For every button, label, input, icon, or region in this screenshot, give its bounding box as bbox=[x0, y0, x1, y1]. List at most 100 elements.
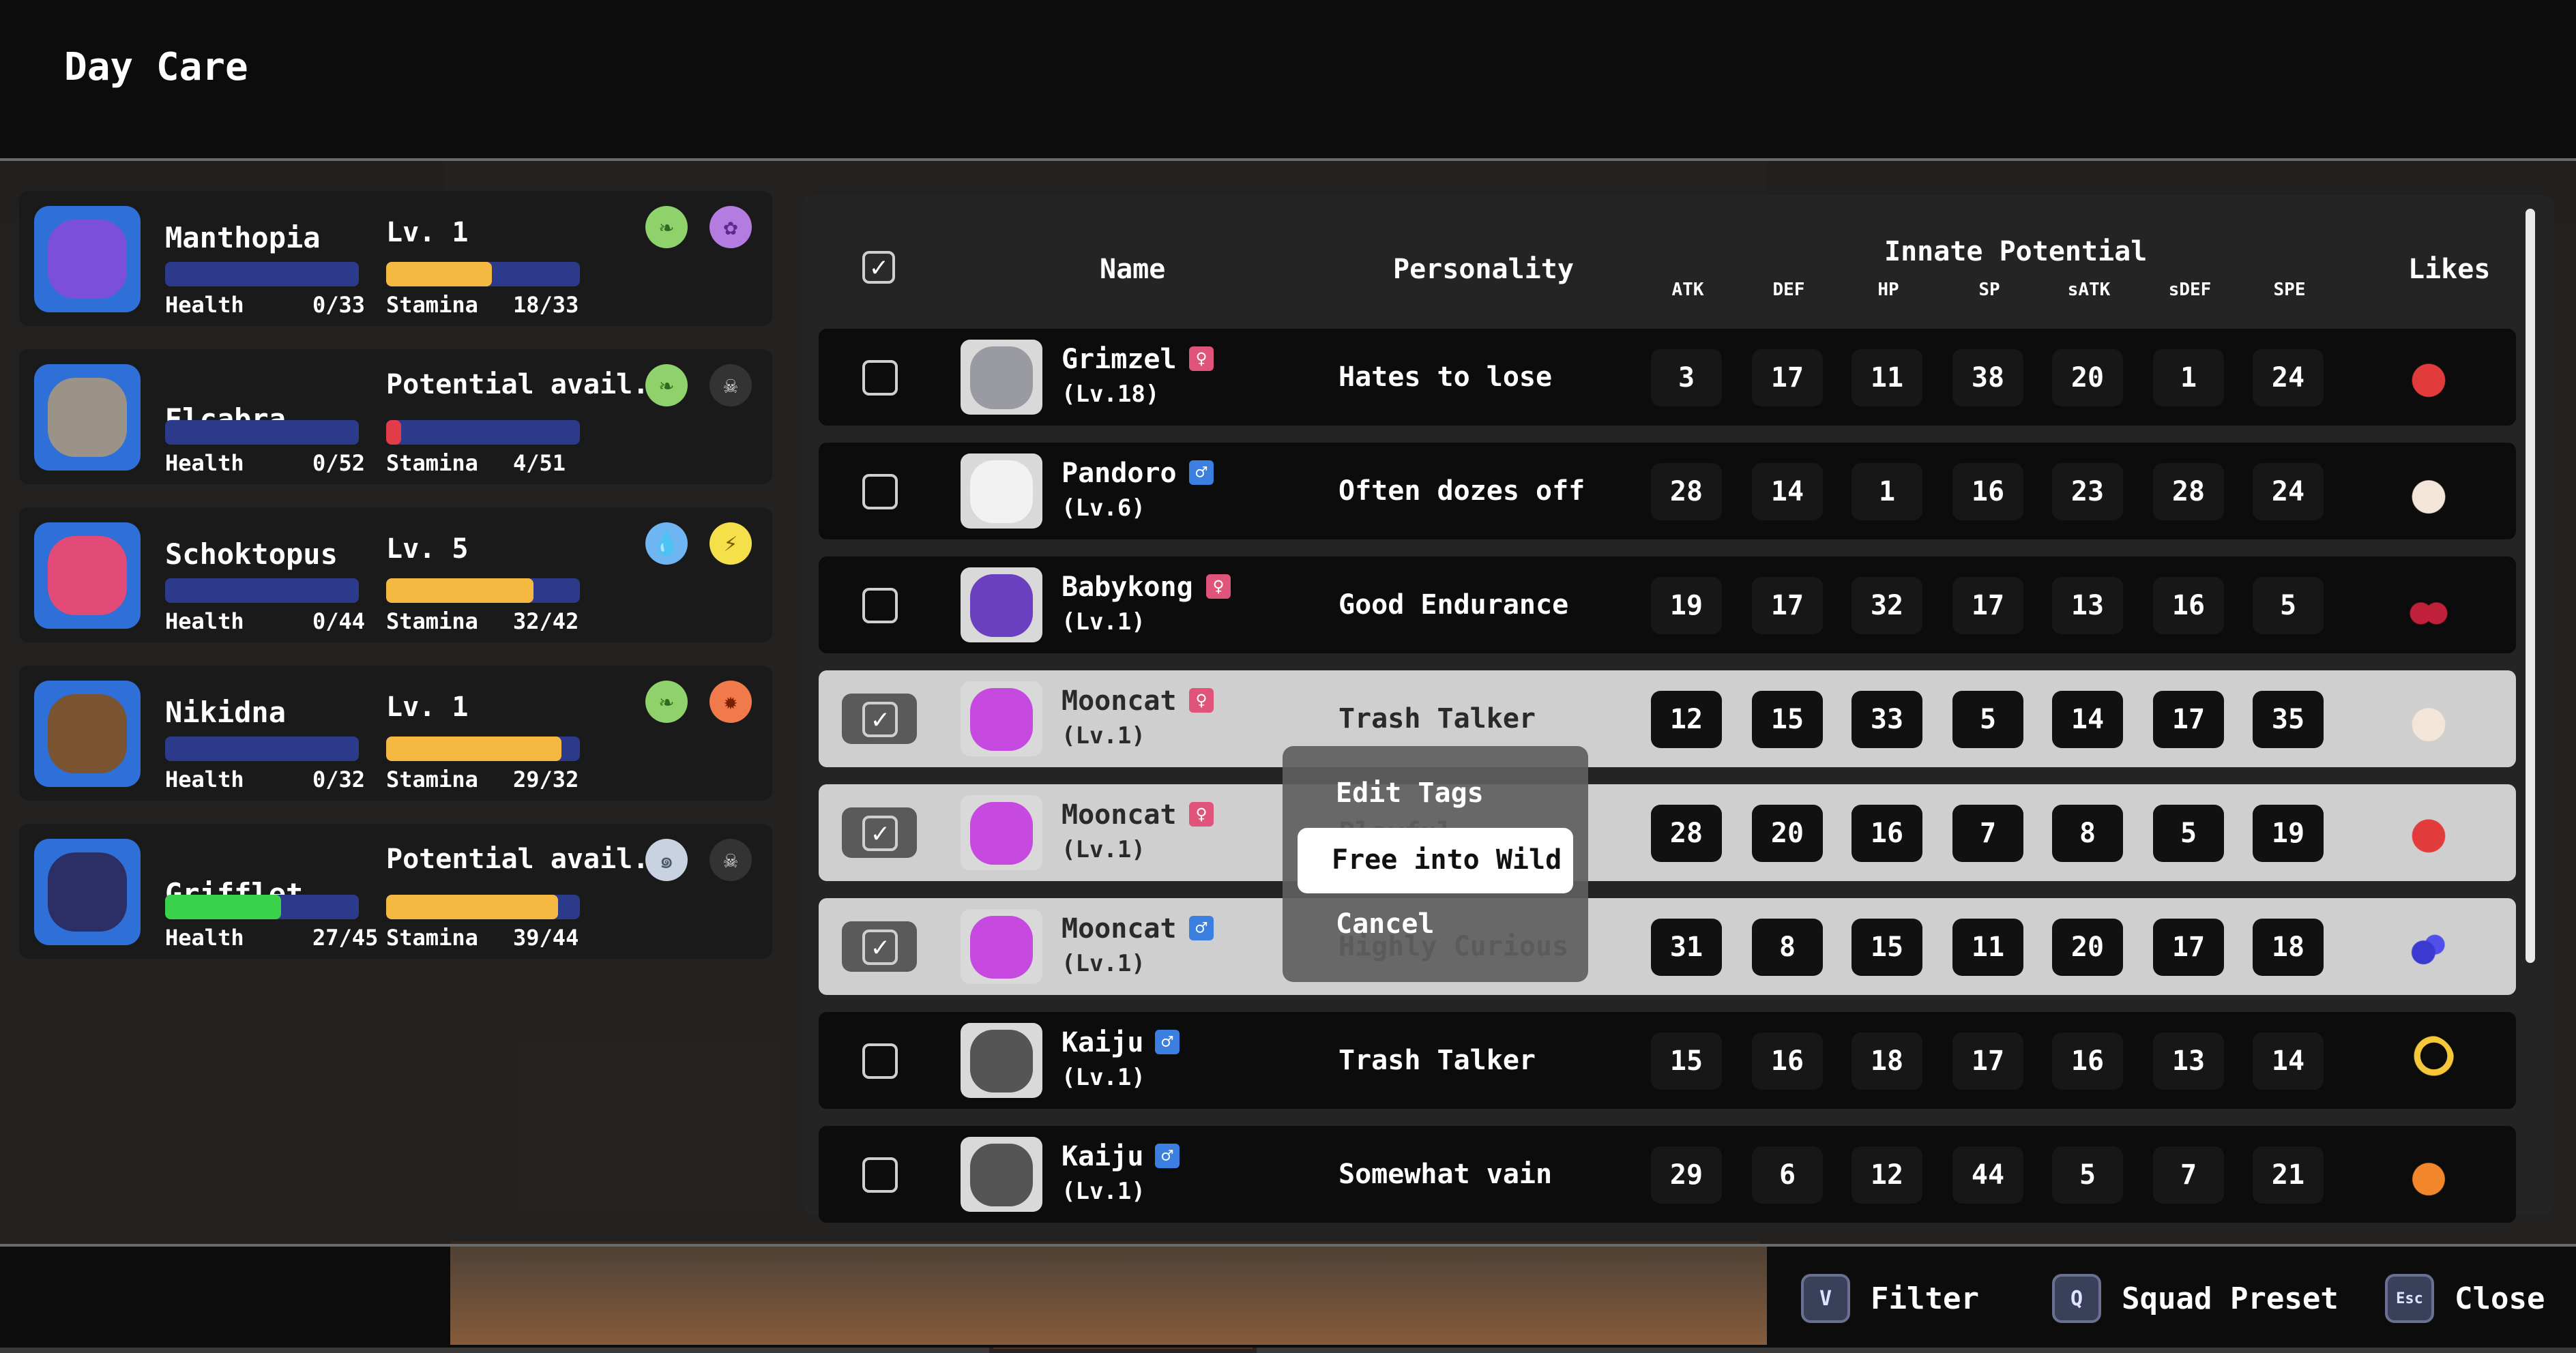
stat-value: 11 bbox=[1852, 349, 1922, 406]
stat-header: SP bbox=[1978, 280, 2000, 300]
health-label: Health bbox=[165, 450, 244, 476]
stat-value: 6 bbox=[1752, 1146, 1823, 1204]
health-bar bbox=[165, 578, 359, 603]
squad-preset-label: Squad Preset bbox=[2122, 1281, 2339, 1316]
close-button[interactable]: Esc Close bbox=[2385, 1273, 2545, 1324]
q-key-icon: Q bbox=[2052, 1274, 2101, 1323]
table-row[interactable]: Kaiju ♂ (Lv.1) Somewhat vain 29 6 12 44 5 7 21 bbox=[819, 1126, 2516, 1223]
male-gender-icon: ♂ bbox=[1189, 460, 1214, 485]
stamina-label: Stamina bbox=[386, 767, 478, 792]
row-checkbox[interactable] bbox=[862, 1157, 898, 1193]
stat-value: 38 bbox=[1952, 349, 2023, 406]
column-header-personality: Personality bbox=[1393, 254, 1574, 285]
monster-portrait bbox=[34, 364, 141, 471]
background-floor-strip bbox=[450, 1247, 1767, 1345]
monster-level: (Lv.1) bbox=[1062, 608, 1145, 636]
banana-icon bbox=[2403, 1035, 2455, 1087]
monster-name: Kaiju bbox=[1062, 1027, 1144, 1058]
row-checkbox[interactable] bbox=[862, 1043, 898, 1079]
monster-name: Grimzel bbox=[1062, 344, 1177, 375]
party-member-card[interactable]: Schoktopus Lv. 5 Health 0/44 Stamina 32/… bbox=[19, 507, 772, 642]
monster-thumbnail bbox=[961, 340, 1042, 415]
menu-item-edit-tags[interactable]: Edit Tags bbox=[1336, 777, 1484, 809]
table-row[interactable]: ✓ Mooncat ♀ (Lv.1) Playful 28201678519 bbox=[819, 784, 2516, 881]
monster-name: Mooncat bbox=[1062, 685, 1177, 717]
stat-value: 1 bbox=[2153, 349, 2224, 406]
potential-available-label: Potential avail. bbox=[386, 369, 649, 400]
stat-header: sATK bbox=[2067, 280, 2111, 300]
row-checkbox[interactable] bbox=[862, 360, 898, 396]
stat-value: 15 bbox=[1651, 1032, 1722, 1090]
row-checkbox[interactable]: ✓ bbox=[862, 702, 898, 737]
stat-value: 11 bbox=[1952, 919, 2023, 976]
stat-value: 44 bbox=[1952, 1146, 2023, 1204]
table-row[interactable]: ✓ Mooncat ♀ (Lv.1) Trash Talker 12 15 33 5 1… bbox=[819, 670, 2516, 767]
monster-name: Kaiju bbox=[1062, 1141, 1144, 1172]
skull-icon: ☠ bbox=[709, 839, 752, 881]
table-row[interactable]: Grimzel ♀ (Lv.18) Hates to lose 3 17 11 38 2… bbox=[819, 329, 2516, 426]
row-checkbox-wrap: ✓ bbox=[842, 807, 917, 858]
monster-portrait bbox=[34, 839, 141, 945]
female-gender-icon: ♀ bbox=[1189, 688, 1214, 713]
table-row[interactable]: Kaiju ♂ (Lv.1) Trash Talker 15 16 18 17 16 13… bbox=[819, 1012, 2516, 1109]
row-checkbox[interactable] bbox=[862, 588, 898, 623]
health-label: Health bbox=[165, 925, 244, 951]
cherries-icon bbox=[2403, 580, 2455, 631]
stamina-bar-fill bbox=[386, 737, 562, 761]
filter-label: Filter bbox=[1871, 1281, 1979, 1316]
stat-header: SPE bbox=[2273, 280, 2306, 300]
close-label: Close bbox=[2455, 1281, 2545, 1316]
stamina-label: Stamina bbox=[386, 292, 478, 318]
esc-key-icon: Esc bbox=[2385, 1274, 2434, 1323]
squad-preset-button[interactable]: Q Squad Preset bbox=[2052, 1273, 2339, 1324]
party-member-card[interactable]: Manthopia Lv. 1 Health 0/33 Stamina 18/3… bbox=[19, 191, 772, 326]
poison-icon: ✿ bbox=[709, 206, 752, 248]
stat-value: 12 bbox=[1852, 1146, 1922, 1204]
filter-button[interactable]: V Filter bbox=[1801, 1273, 1979, 1324]
stat-header: sDEF bbox=[2168, 280, 2212, 300]
table-row[interactable]: Babykong ♀ (Lv.1) Good Endurance 19 17 32 1… bbox=[819, 556, 2516, 653]
stamina-label: Stamina bbox=[386, 450, 478, 476]
row-checkbox[interactable]: ✓ bbox=[862, 816, 898, 851]
monster-thumbnail bbox=[961, 681, 1042, 756]
level-label: Lv. 1 bbox=[386, 217, 469, 248]
v-key-icon: V bbox=[1801, 1274, 1850, 1323]
row-checkbox[interactable]: ✓ bbox=[862, 930, 898, 965]
monster-level: (Lv.6) bbox=[1062, 494, 1145, 522]
monster-thumbnail bbox=[961, 454, 1042, 529]
health-value: 0/33 bbox=[312, 292, 366, 318]
stat-value: 16 bbox=[2052, 1032, 2123, 1090]
leaf-icon: ❧ bbox=[645, 681, 688, 723]
party-member-card[interactable]: Grifflet Potential avail. Health 27/45 S… bbox=[19, 824, 772, 959]
monster-portrait bbox=[34, 681, 141, 787]
party-member-card[interactable]: Elcabra Potential avail. Health 0/52 Sta… bbox=[19, 349, 772, 484]
party-member-card[interactable]: Nikidna Lv. 1 Health 0/32 Stamina 29/32 … bbox=[19, 666, 772, 801]
stat-value: 18 bbox=[1852, 1032, 1922, 1090]
select-all-checkbox[interactable]: ✓ bbox=[862, 251, 895, 284]
row-checkbox[interactable] bbox=[862, 474, 898, 509]
stat-value: 35 bbox=[2253, 691, 2324, 748]
female-gender-icon: ♀ bbox=[1189, 802, 1214, 827]
stat-value: 16 bbox=[1752, 1032, 1823, 1090]
stat-value: 13 bbox=[2153, 1032, 2224, 1090]
stat-value: 5 bbox=[2052, 1146, 2123, 1204]
table-row[interactable]: ✓ Mooncat ♂ (Lv.1) Highly Curious 318151… bbox=[819, 898, 2516, 995]
monster-name: Babykong bbox=[1062, 571, 1193, 603]
top-bar: Day Care bbox=[0, 0, 2576, 161]
stat-value: 12 bbox=[1651, 691, 1722, 748]
menu-item-free-into-wild[interactable]: Free into Wild bbox=[1298, 828, 1573, 893]
menu-item-cancel[interactable]: Cancel bbox=[1336, 908, 1435, 940]
monster-sprite bbox=[48, 536, 127, 615]
stat-value: 21 bbox=[2253, 1146, 2324, 1204]
stat-value: 15 bbox=[1852, 919, 1922, 976]
female-gender-icon: ♀ bbox=[1206, 574, 1231, 599]
monster-sprite bbox=[970, 1030, 1033, 1092]
table-row[interactable]: Pandoro ♂ (Lv.6) Often dozes off 28 14 1 16… bbox=[819, 443, 2516, 539]
stamina-bar-fill bbox=[386, 578, 534, 603]
health-value: 0/52 bbox=[312, 450, 366, 476]
health-value: 27/45 bbox=[312, 925, 379, 951]
stamina-bar-fill bbox=[386, 420, 402, 445]
monster-level: (Lv.1) bbox=[1062, 836, 1145, 863]
stat-value: 20 bbox=[2052, 919, 2123, 976]
table-scrollbar[interactable] bbox=[2526, 209, 2535, 963]
